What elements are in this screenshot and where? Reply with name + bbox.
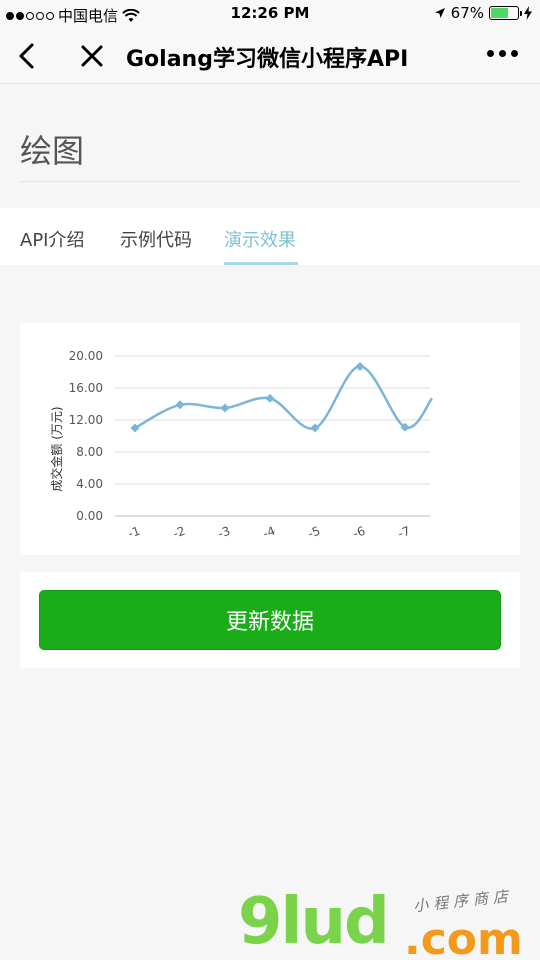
back-icon[interactable] (14, 42, 42, 70)
update-data-button[interactable]: 更新数据 (39, 590, 501, 650)
x-axis-ticks: -1 -2 -3 -4 -5 -6 -7 (126, 524, 412, 541)
data-point (355, 361, 365, 371)
x-tick-label: -6 (351, 524, 367, 541)
active-tab-indicator (224, 262, 298, 265)
chart-grid (115, 355, 430, 517)
line-chart: 0.00 4.00 8.00 12.00 16.00 20.00 -1 -2 -3 -4 -5 -6… (49, 349, 434, 541)
y-tick-label: 12.00 (69, 413, 103, 427)
tab-example-code[interactable]: 示例代码 (120, 226, 192, 252)
data-point (265, 393, 275, 403)
series-points (130, 361, 410, 433)
chart-card: 0.00 4.00 8.00 12.00 16.00 20.00 -1 -2 -3 -4 -5 -6… (20, 323, 520, 555)
title-divider (20, 181, 520, 182)
x-tick-label: -7 (396, 524, 412, 541)
watermark-tagline: 小程序商店 (412, 886, 514, 916)
battery-percent: 67% (450, 4, 484, 22)
more-icon[interactable] (487, 50, 518, 57)
x-tick-label: -5 (306, 524, 322, 541)
tab-api-intro[interactable]: API介绍 (20, 226, 84, 252)
x-tick-label: -2 (171, 524, 187, 541)
battery-fill (491, 8, 509, 18)
y-tick-label: 16.00 (69, 381, 103, 395)
nav-title: Golang学习微信小程序API (126, 47, 409, 72)
x-tick-label: -1 (126, 524, 142, 541)
button-card: 更新数据 (20, 572, 520, 668)
page-title: 绘图 (20, 132, 85, 170)
location-arrow-icon (434, 8, 445, 18)
y-tick-label: 20.00 (69, 349, 103, 363)
battery-icon (489, 6, 522, 20)
status-right: 67% (434, 4, 532, 22)
y-axis-ticks: 0.00 4.00 8.00 12.00 16.00 20.00 (69, 349, 103, 523)
charging-bolt-icon (524, 6, 532, 20)
data-point (220, 403, 230, 413)
y-tick-label: 0.00 (76, 509, 103, 523)
y-axis-label: 成交金额 (万元) (49, 406, 64, 491)
watermark-logo: 9lud (238, 885, 390, 959)
y-tick-label: 4.00 (76, 477, 103, 491)
x-tick-label: -4 (261, 524, 277, 541)
x-tick-label: -3 (216, 524, 232, 541)
data-point (175, 400, 185, 410)
page-title-section: 绘图 (0, 84, 540, 206)
watermark-suffix: .com (404, 914, 523, 960)
status-bar: 中国电信 12:26 PM 67% (0, 0, 540, 28)
site-watermark: 9lud 小程序商店 .com (238, 885, 538, 960)
tab-demo[interactable]: 演示效果 (224, 226, 296, 252)
close-icon[interactable] (78, 42, 106, 70)
tab-bar: API介绍 示例代码 演示效果 (0, 208, 540, 265)
y-tick-label: 8.00 (76, 445, 103, 459)
series-line (134, 365, 434, 430)
nav-bar: Golang学习微信小程序API (0, 28, 540, 84)
